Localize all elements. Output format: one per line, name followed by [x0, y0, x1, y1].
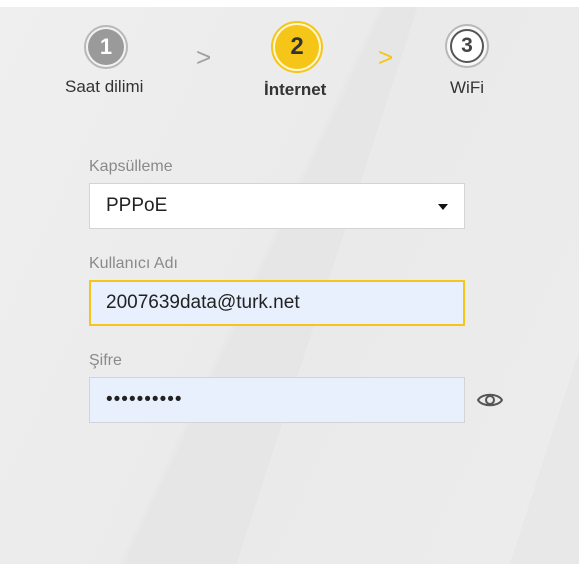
step-2-number: 2: [275, 25, 319, 69]
username-input[interactable]: 2007639data@turk.net: [89, 280, 465, 326]
password-input[interactable]: ••••••••••: [89, 377, 465, 423]
step-1-number: 1: [88, 29, 124, 65]
step-3-label: WiFi: [450, 78, 484, 97]
username-value: 2007639data@turk.net: [106, 292, 300, 313]
chevron-down-icon: [438, 204, 448, 210]
setup-wizard-panel: 1 Saat dilimi > 2 İnternet > 3 WiFi Kaps…: [0, 7, 579, 564]
step-1-label: Saat dilimi: [65, 77, 144, 96]
step-2-label: İnternet: [264, 80, 327, 99]
encapsulation-label: Kapsülleme: [89, 158, 173, 175]
step-3-circle: 3: [445, 24, 489, 68]
username-label: Kullanıcı Adı: [89, 255, 178, 272]
step-3-number: 3: [450, 29, 484, 63]
encapsulation-select[interactable]: PPPoE: [89, 183, 465, 229]
step-2-circle: 2: [271, 21, 323, 73]
step-1-circle: 1: [84, 25, 128, 69]
step-arrow-2: >: [378, 42, 394, 72]
password-label: Şifre: [89, 352, 122, 369]
encapsulation-value: PPPoE: [106, 195, 168, 216]
eye-icon[interactable]: [476, 390, 504, 410]
step-arrow-1: >: [196, 42, 212, 72]
password-value: ••••••••••: [106, 389, 183, 410]
